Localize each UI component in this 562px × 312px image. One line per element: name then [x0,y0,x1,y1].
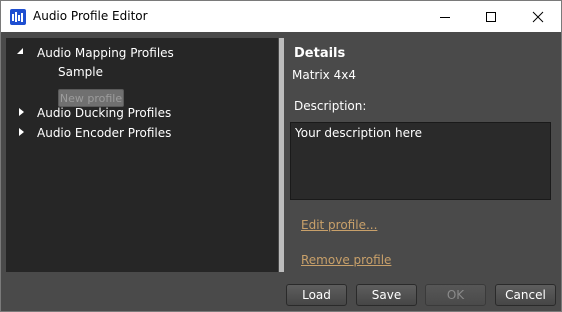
maximize-button[interactable] [468,1,514,32]
title-bar[interactable]: Audio Profile Editor [1,1,561,32]
edit-profile-link[interactable]: Edit profile... [301,218,377,232]
save-button[interactable]: Save [356,284,417,306]
remove-profile-link[interactable]: Remove profile [301,253,391,267]
close-button[interactable] [515,1,561,32]
audio-bars-icon [10,9,26,25]
profile-name: Matrix 4x4 [292,68,356,82]
minimize-button[interactable] [422,1,468,32]
audio-profile-editor-window: Audio Profile Editor Audio Mapping Profi… [0,0,562,312]
ok-button[interactable]: OK [425,284,486,306]
tree-group-audio-mapping[interactable]: Audio Mapping Profiles [37,44,174,62]
expanded-arrow-icon[interactable] [15,46,25,56]
collapsed-arrow-icon[interactable] [16,107,26,117]
load-button[interactable]: Load [286,284,347,306]
tree-item-sample[interactable]: Sample [58,63,103,81]
tree-group-audio-ducking[interactable]: Audio Ducking Profiles [37,104,171,122]
profile-tree: Audio Mapping Profiles Sample New profil… [6,38,278,272]
description-field[interactable]: Your description here [290,122,551,200]
collapsed-arrow-icon[interactable] [16,127,26,137]
tree-group-audio-encoder[interactable]: Audio Encoder Profiles [37,124,171,142]
details-panel: Details Matrix 4x4 Description: Your des… [284,38,556,272]
client-area: Audio Mapping Profiles Sample New profil… [1,32,561,311]
maximize-icon [486,11,496,22]
close-icon [532,11,544,22]
minimize-icon [440,16,450,18]
description-label: Description: [294,99,367,113]
window-title: Audio Profile Editor [33,9,148,23]
details-heading: Details [294,46,346,61]
cancel-button[interactable]: Cancel [495,284,556,306]
